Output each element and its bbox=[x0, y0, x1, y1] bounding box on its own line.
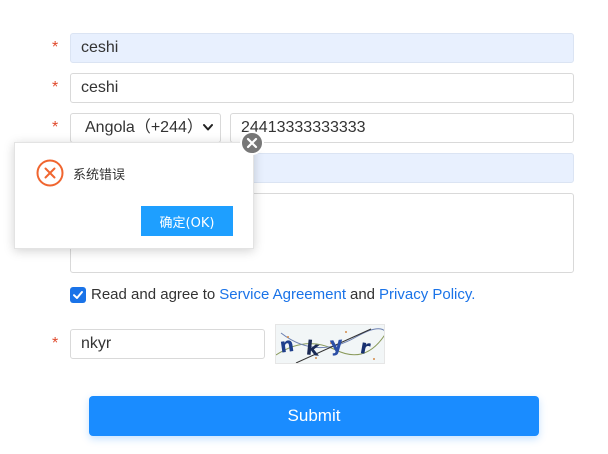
agreement-and: and bbox=[350, 286, 376, 303]
captcha-image[interactable]: n k y r bbox=[275, 324, 385, 364]
agreement-row: Read and agree to Service Agreement and … bbox=[70, 286, 475, 303]
service-agreement-link[interactable]: Service Agreement bbox=[219, 286, 346, 303]
agreement-text: Read and agree to bbox=[91, 286, 216, 303]
required-mark-phone: * bbox=[52, 119, 59, 136]
error-dialog: 系统错误 确定(OK) bbox=[14, 142, 254, 249]
captcha-input[interactable]: nkyr bbox=[70, 329, 265, 359]
required-mark-captcha: * bbox=[52, 335, 59, 352]
dialog-close-button[interactable] bbox=[240, 131, 264, 155]
svg-text:k: k bbox=[305, 335, 321, 360]
circle-x-icon bbox=[36, 159, 64, 187]
error-message: 系统错误 bbox=[73, 168, 126, 183]
close-icon bbox=[246, 137, 258, 149]
submit-button[interactable]: Submit bbox=[89, 396, 539, 436]
chevron-down-icon bbox=[202, 114, 214, 142]
svg-text:r: r bbox=[358, 334, 372, 359]
country-selected-value: Angola（+244） bbox=[85, 119, 203, 136]
captcha-value: nkyr bbox=[81, 335, 112, 352]
nickname-value: ceshi bbox=[81, 79, 119, 96]
ok-button[interactable]: 确定(OK) bbox=[141, 206, 233, 236]
username-input[interactable]: ceshi bbox=[70, 33, 574, 63]
phone-input[interactable]: 24413333333333 bbox=[230, 113, 574, 143]
username-value: ceshi bbox=[81, 39, 119, 56]
required-mark-username: * bbox=[52, 39, 59, 56]
check-icon bbox=[73, 290, 83, 299]
country-code-select[interactable]: Angola（+244） bbox=[70, 113, 221, 143]
privacy-policy-link[interactable]: Privacy Policy. bbox=[379, 286, 475, 303]
nickname-input[interactable]: ceshi bbox=[70, 73, 574, 103]
required-mark-nickname: * bbox=[52, 79, 59, 96]
svg-text:y: y bbox=[329, 331, 344, 356]
agreement-checkbox[interactable] bbox=[70, 286, 86, 303]
svg-text:n: n bbox=[278, 332, 295, 358]
